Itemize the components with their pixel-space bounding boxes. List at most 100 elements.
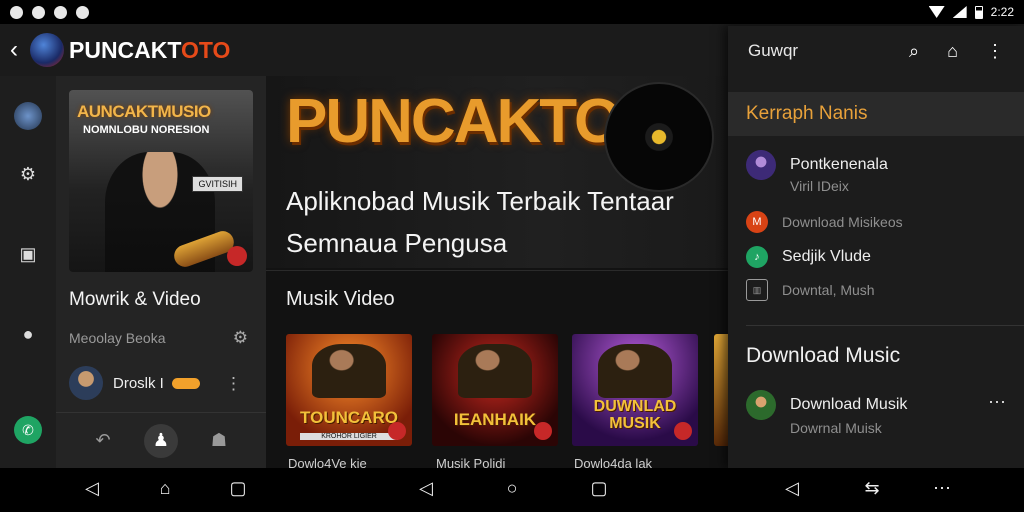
artist-row[interactable]: Droslk I: [69, 366, 200, 400]
drawer-item-download-videos[interactable]: M Download Misikeos: [746, 211, 903, 233]
whatsapp-icon[interactable]: ✆: [14, 416, 42, 444]
wifi-icon: [928, 6, 945, 18]
nav-home-icon[interactable]: ⌂: [153, 478, 177, 499]
home-icon[interactable]: ⌂: [947, 41, 958, 62]
location-icon[interactable]: ●: [14, 320, 42, 348]
equalizer-icon: ▥: [746, 279, 768, 301]
drawer-item-label: Downtal, Mush: [782, 282, 875, 298]
vinyl-disc-icon: [604, 82, 714, 192]
drawer-item-label: Sedjik Vlude: [782, 248, 871, 265]
drawer-item-label: Pontkenenala: [790, 156, 888, 173]
drawer-section-header: Kerraph Nanis: [728, 92, 1024, 136]
album-subtitle: NOMNLOBU NORESION: [83, 124, 210, 136]
nav-back-icon[interactable]: ◁: [414, 478, 438, 499]
nav-recents-icon[interactable]: ▢: [226, 478, 250, 499]
app-title-main: PUNCAKT: [69, 36, 182, 63]
drawer-title: Guwqr: [748, 41, 799, 60]
video-artists: [312, 344, 386, 398]
divider: [746, 325, 1024, 326]
more-vert-icon[interactable]: ⋮: [225, 374, 242, 394]
drawer-item-music[interactable]: ♪ Sedjik Vlude: [746, 246, 871, 268]
settings-icon[interactable]: ⚙: [14, 160, 42, 188]
record-label-icon: [227, 246, 247, 266]
album-title: AUNCAKTMUSIO: [77, 102, 211, 121]
drawer-item-sub-label: Viril IDeix: [790, 178, 849, 194]
drawer-item-sub-label: Dowrnal Muisk: [790, 420, 882, 436]
app-title-accent: OTO: [181, 36, 231, 63]
nav-more-icon[interactable]: ⋯: [930, 478, 954, 499]
nav-home-icon[interactable]: ○: [500, 478, 524, 499]
back-icon[interactable]: ↶: [86, 424, 120, 458]
clock: 2:22: [990, 5, 1014, 19]
hero-subtitle-line1: Apliknobad Musik Terbaik Tentaar: [286, 186, 674, 216]
nav-back-icon[interactable]: ◁: [80, 478, 104, 499]
drawer-item-profile[interactable]: Pontkenenala: [746, 150, 888, 180]
video-thumbnail-4[interactable]: [714, 334, 728, 446]
drawer-item-download-music[interactable]: ▥ Downtal, Mush: [746, 279, 875, 301]
search-icon[interactable]: ⌕: [909, 41, 919, 62]
download-icon: M: [746, 211, 768, 233]
drawer-header: Guwqr ⌕ ⌂ ⋮: [728, 26, 1024, 76]
record-label-icon: [674, 422, 692, 440]
avatar: [69, 366, 103, 400]
drawer-item-sub: Dowrnal Muisk: [790, 420, 882, 436]
drawer-item-subtitle: Viril IDeix: [790, 178, 849, 194]
artist-name: Droslk I: [113, 374, 164, 392]
notification-icon: [32, 5, 45, 19]
system-icons: 2:22: [928, 5, 1014, 19]
drawer-item-download-musik[interactable]: Download Musik: [746, 390, 907, 420]
android-icon: [76, 5, 89, 19]
whatsapp-icon: [10, 5, 23, 19]
panel-subtitle: Meoolay Beoka: [69, 330, 166, 346]
video-caption-2: Musik Polidi: [436, 456, 506, 468]
user-icon[interactable]: ♟: [144, 423, 178, 458]
hero-banner[interactable]: PUNCAKTO Apliknobad Musik Terbaik Tentaa…: [266, 76, 728, 268]
drawer-item-label: Download Misikeos: [782, 214, 903, 230]
status-bar: 2:22: [0, 0, 1024, 24]
hero-title: PUNCAKTO: [286, 87, 622, 156]
system-nav-bar: ◁ ⌂ ▢ ◁ ○ ▢ ◁ ⇆ ⋯: [0, 468, 1024, 512]
main-content: PUNCAKTO Apliknobad Musik Terbaik Tentaa…: [266, 76, 728, 468]
avatar-icon[interactable]: [14, 102, 42, 130]
album-badge: GVITISIH: [192, 176, 243, 192]
hero-subtitle-line2: Semnaua Pengusa: [286, 228, 508, 258]
spotify-icon: [54, 5, 67, 19]
side-drawer: Guwqr ⌕ ⌂ ⋮ Kerraph Nanis Pontkenenala V…: [728, 26, 1024, 468]
battery-icon: [974, 5, 983, 19]
album-art[interactable]: AUNCAKTMUSIO NOMNLOBU NORESION GVITISIH: [69, 90, 253, 272]
more-horiz-icon[interactable]: ⋯: [988, 392, 1006, 413]
drawer-heading: Download Music: [746, 344, 901, 367]
nav-back-icon[interactable]: ◁: [780, 478, 804, 499]
nav-rail: ⚙ ▣ ● ✆: [0, 76, 56, 468]
more-vert-icon[interactable]: ⋮: [986, 41, 1004, 62]
app-title: PUNCAKTOTO: [69, 37, 230, 64]
nav-rotate-icon[interactable]: ⇆: [860, 478, 884, 499]
progress-pill: [171, 377, 200, 389]
media-icon[interactable]: ▣: [14, 240, 42, 268]
video-thumbnail-2[interactable]: IEANHAIK: [432, 334, 558, 446]
video-thumbnail-3[interactable]: DUWNLAD MUSIK: [572, 334, 698, 446]
video-caption-3: Dowlo4da lak: [574, 456, 653, 468]
back-arrow-icon[interactable]: ‹: [10, 36, 28, 64]
video-tag: KROHOR LIGIER: [300, 433, 398, 440]
section-title: Musik Video: [286, 288, 395, 310]
record-label-icon: [534, 422, 552, 440]
drawer-item-label: Download Musik: [790, 396, 908, 413]
video-caption-1: Dowlo4Ve kie: [288, 456, 367, 468]
drawer-actions: ⌕ ⌂ ⋮: [909, 41, 1024, 62]
avatar: [746, 390, 776, 420]
panel-bottom-nav: ↶ ♟ ☗: [56, 412, 266, 468]
divider: [266, 270, 728, 271]
video-artists: [598, 344, 672, 398]
gear-icon[interactable]: ⚙: [233, 328, 248, 348]
notification-icons: [10, 5, 89, 19]
video-artists: [458, 344, 532, 398]
nav-recents-icon[interactable]: ▢: [587, 478, 611, 499]
record-label-icon: [388, 422, 406, 440]
panel-title: Mowrik & Video: [69, 289, 201, 310]
video-thumbnail-1[interactable]: TOUNCARO KROHOR LIGIER: [286, 334, 412, 446]
profile-icon[interactable]: ☗: [202, 424, 236, 458]
app-logo: [30, 33, 64, 67]
signal-icon: [952, 6, 967, 18]
music-icon: ♪: [746, 246, 768, 268]
